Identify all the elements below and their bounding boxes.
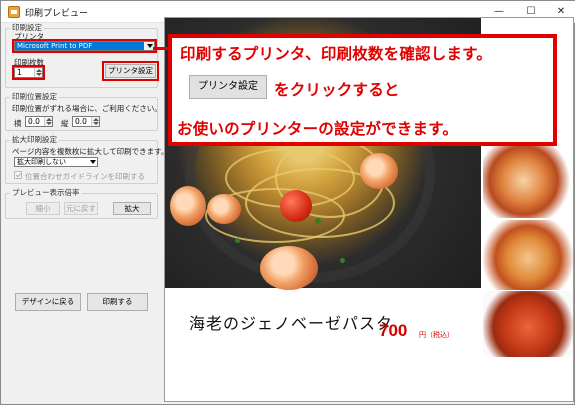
spin-up-icon[interactable]	[46, 118, 52, 121]
spin-down-icon[interactable]	[93, 122, 99, 125]
copies-value: 1	[17, 68, 22, 77]
callout-line-3: お使いのプリンターの設定ができます。	[177, 120, 459, 138]
vertical-offset-spinner[interactable]: 0.0	[72, 116, 100, 127]
zoom-legend: プレビュー表示倍率	[12, 188, 80, 197]
zoom-reset-button[interactable]: 元に戻す	[64, 202, 98, 215]
settings-panel: 印刷設定 プリンタ Microsoft Print to PDF 印刷枚数 1 …	[5, 23, 168, 403]
callout-line-2: をクリックすると	[274, 81, 400, 99]
print-position-hint: 印刷位置がずれる場合に、ご利用ください。	[12, 104, 162, 113]
callout-line-1: 印刷するプリンタ、印刷枚数を確認します。	[180, 45, 492, 63]
enlarge-print-hint: ページ内容を複数枚に拡大して印刷できます。	[12, 147, 169, 156]
print-preview-window: 印刷プレビュー — ☐ ✕ 印刷設定 プリンタ Microsoft Print …	[0, 0, 575, 405]
print-button[interactable]: 印刷する	[87, 293, 148, 311]
chevron-down-icon	[90, 160, 96, 164]
copies-spinner[interactable]: 1	[14, 67, 43, 78]
guide-checkbox-label: 位置合わせガイドラインを印刷する	[25, 172, 145, 181]
horizontal-offset-spinner[interactable]: 0.0	[25, 116, 53, 127]
instruction-callout: 印刷するプリンタ、印刷枚数を確認します。 プリンタ設定 をクリックすると お使い…	[168, 34, 557, 146]
printer-settings-button[interactable]: プリンタ設定	[105, 64, 156, 78]
horizontal-offset-value: 0.0	[28, 117, 40, 126]
vertical-label: 縦	[61, 119, 69, 128]
zoom-out-button[interactable]: 縮小	[26, 202, 60, 215]
spin-up-icon[interactable]	[93, 118, 99, 121]
guide-checkbox[interactable]	[14, 171, 22, 179]
window-title: 印刷プレビュー	[25, 9, 89, 19]
spin-down-icon[interactable]	[46, 122, 52, 125]
zoom-in-button[interactable]: 拡大	[113, 202, 151, 215]
print-position-legend: 印刷位置設定	[12, 92, 57, 101]
app-icon	[8, 6, 20, 18]
enlarge-print-legend: 拡大印刷設定	[12, 135, 57, 144]
dish-thumbnail	[483, 143, 573, 218]
dish-thumbnail	[483, 291, 573, 357]
dish-price: 700	[379, 321, 408, 340]
spin-up-icon[interactable]	[36, 69, 42, 72]
enlarge-print-select-value: 拡大印刷しない	[17, 158, 66, 166]
spin-down-icon[interactable]	[36, 73, 42, 76]
printer-select[interactable]: Microsoft Print to PDF	[14, 41, 155, 51]
dish-thumbnail	[483, 220, 573, 290]
dish-caption: 海老のジェノベーゼパスタ 700 円（税込）	[179, 298, 463, 355]
enlarge-print-select[interactable]: 拡大印刷しない	[14, 157, 98, 167]
price-unit: 円（税込）	[419, 331, 454, 339]
vertical-offset-value: 0.0	[75, 117, 87, 126]
horizontal-label: 横	[14, 119, 22, 128]
dish-name: 海老のジェノベーゼパスタ	[189, 314, 394, 333]
printer-select-value: Microsoft Print to PDF	[17, 42, 93, 50]
back-to-design-button[interactable]: デザインに戻る	[15, 293, 81, 311]
callout-printer-settings-button: プリンタ設定	[189, 75, 267, 99]
